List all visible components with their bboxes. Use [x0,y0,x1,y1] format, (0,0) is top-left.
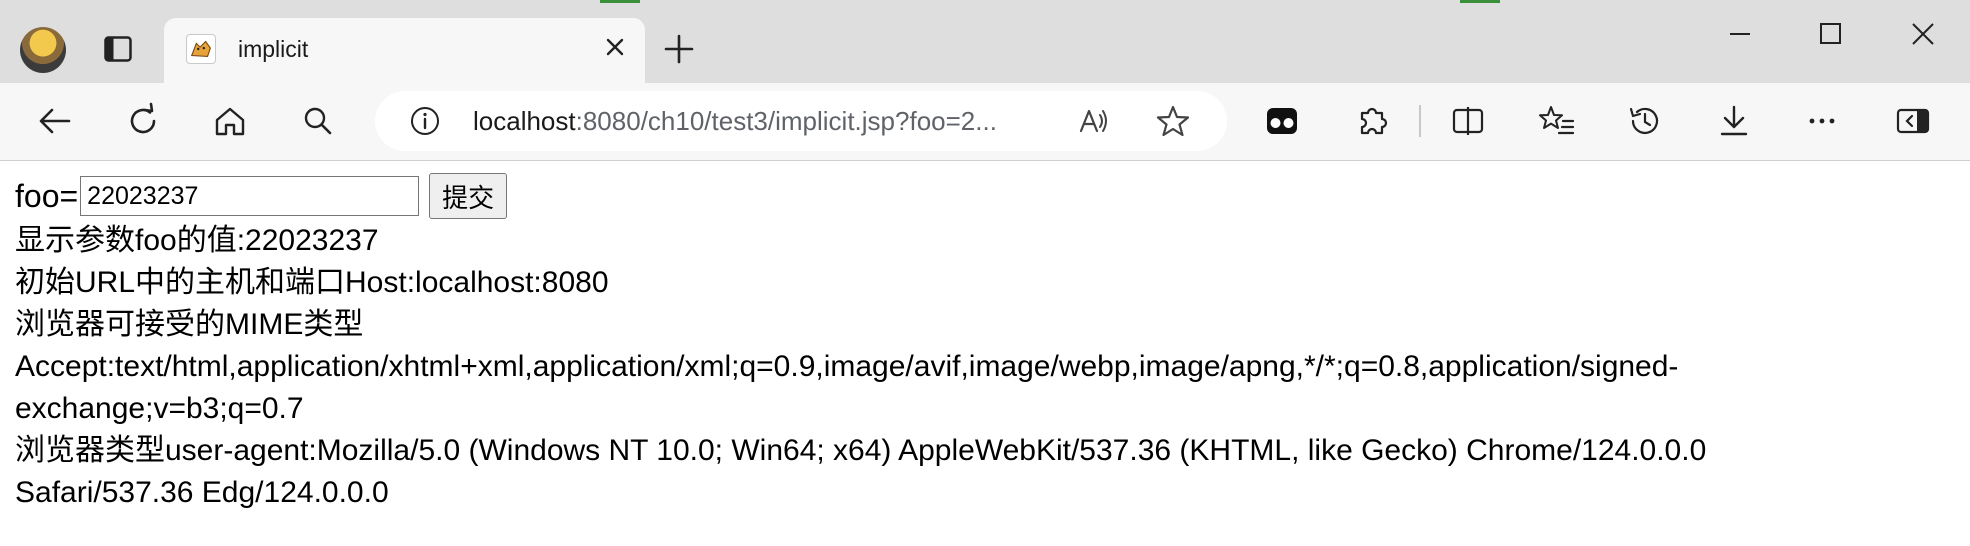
active-tab[interactable]: implicit [164,18,645,83]
minimize-icon[interactable] [1710,16,1770,52]
tab-actions-icon[interactable] [104,36,132,62]
mime-heading-line: 浏览器可接受的MIME类型 [15,308,364,341]
new-tab-icon[interactable] [662,32,696,66]
history-icon[interactable] [1625,101,1665,141]
refresh-icon[interactable] [123,101,163,141]
accept-line-continued: exchange;v=b3;q=0.7 [15,392,304,425]
address-url[interactable]: localhost:8080/ch10/test3/implicit.jsp?f… [473,106,997,137]
foo-input[interactable] [80,176,420,216]
foo-value-line: 显示参数foo的值:22023237 [15,224,379,257]
tab-strip: implicit [0,0,1970,83]
split-screen-icon[interactable] [1448,101,1488,141]
address-bar[interactable]: localhost:8080/ch10/test3/implicit.jsp?f… [375,91,1227,151]
host-line: 初始URL中的主机和端口Host:localhost:8080 [15,266,609,299]
downloads-icon[interactable] [1714,101,1754,141]
search-icon[interactable] [298,101,338,141]
decoration-stripe [1460,0,1500,3]
site-info-icon[interactable] [409,105,441,137]
user-agent-line: 浏览器类型user-agent:Mozilla/5.0 (Windows NT … [15,434,1707,467]
tomcat-favicon-icon [186,34,216,64]
submit-button[interactable]: 提交 [429,173,508,219]
tab-title: implicit [238,36,309,62]
sidebar-toggle-icon[interactable] [1893,101,1933,141]
favorites-icon[interactable] [1537,101,1577,141]
url-host: localhost [473,106,576,136]
close-window-icon[interactable] [1893,16,1953,52]
home-icon[interactable] [210,101,250,141]
profile-avatar[interactable] [20,27,66,73]
browser-toolbar: localhost:8080/ch10/test3/implicit.jsp?f… [0,83,1970,161]
accept-line: Accept:text/html,application/xhtml+xml,a… [15,350,1679,383]
read-aloud-icon[interactable] [1075,103,1111,139]
user-agent-line-continued: Safari/537.36 Edg/124.0.0.0 [15,476,389,509]
foo-form: foo= 提交 [15,172,1970,220]
decoration-stripe [600,0,640,3]
maximize-icon[interactable] [1800,16,1860,52]
close-tab-icon[interactable] [600,32,630,62]
page-content: foo= 提交 显示参数foo的值:22023237 初始URL中的主机和端口H… [15,172,1970,514]
toolbar-divider [1419,105,1421,137]
more-options-icon[interactable] [1802,101,1842,141]
foo-label: foo= [15,178,79,214]
back-icon[interactable] [35,101,75,141]
extension-tampermonkey-icon[interactable] [1262,101,1302,141]
favorite-star-icon[interactable] [1155,103,1191,139]
url-path: :8080/ch10/test3/implicit.jsp?foo=2... [575,106,997,136]
extensions-icon[interactable] [1352,101,1392,141]
